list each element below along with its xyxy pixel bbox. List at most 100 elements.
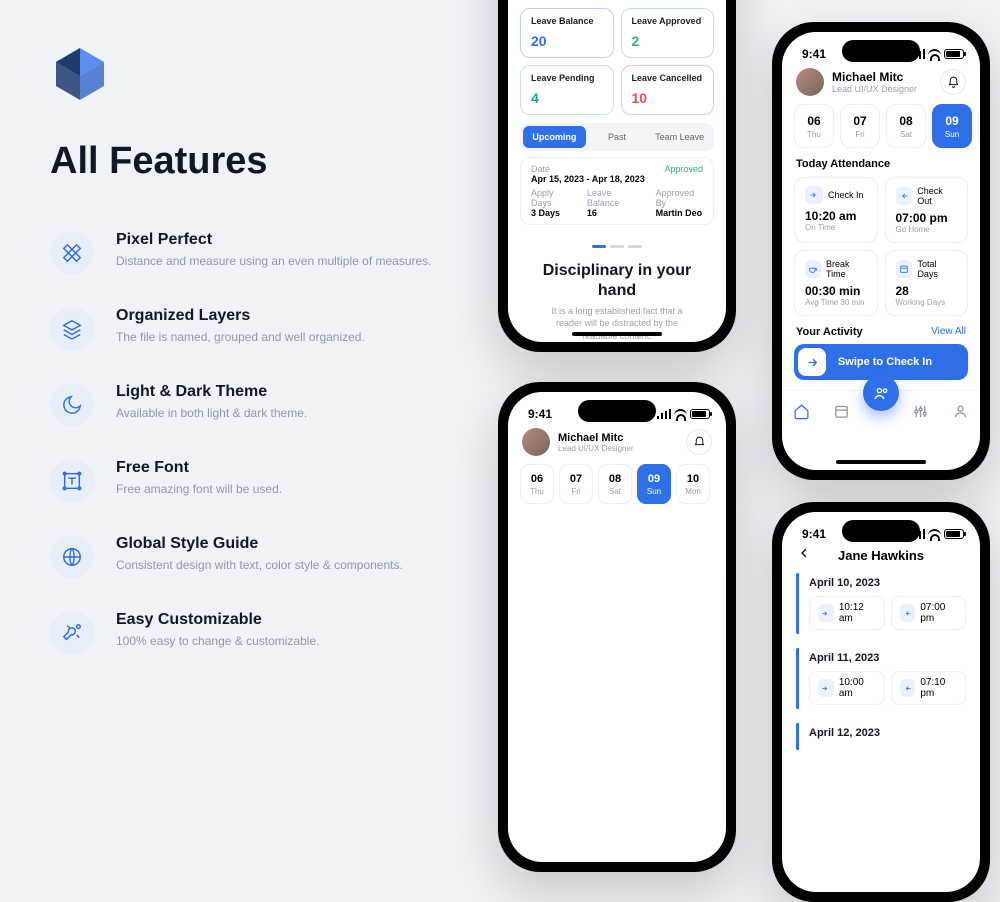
user-name: Michael Mitc [832, 70, 917, 84]
avatar[interactable] [796, 68, 824, 96]
leave-detail-card[interactable]: Date Apr 15, 2023 - Apr 18, 2023 Approve… [520, 157, 714, 225]
tab-past[interactable]: Past [586, 126, 649, 148]
feature-desc: 100% easy to change & customizable. [116, 633, 319, 650]
user-icon [952, 403, 969, 420]
day-chip[interactable]: 08Sat [886, 104, 926, 148]
feature-title: Free Font [116, 459, 282, 477]
card-value: 2 [632, 33, 704, 49]
feature-desc: Free amazing font will be used. [116, 481, 282, 498]
users-icon [873, 385, 890, 402]
history-entry[interactable]: April 11, 202310:00 am07:10 pm [796, 648, 966, 709]
today-attendance-label: Today Attendance [782, 158, 980, 170]
phone-mockup-history: 9:41 Jane Hawkins April 10, 202310:12 am… [772, 502, 990, 902]
calendar-icon [833, 403, 850, 420]
nav-home[interactable] [793, 403, 810, 425]
bottom-tabbar [782, 390, 980, 436]
feature-item: Light & Dark Theme Available in both ligh… [50, 383, 470, 427]
view-all-link[interactable]: View All [931, 326, 966, 338]
phone-mockup-leave: Leave Balance 20 Leave Approved 2 Leave … [498, 0, 736, 352]
status-badge: Approved [664, 164, 703, 174]
avatar[interactable] [522, 428, 550, 456]
screen-title: Jane Hawkins [838, 548, 924, 563]
leave-balance-card[interactable]: Leave Balance 20 [520, 8, 614, 58]
chevron-left-icon [796, 545, 812, 561]
login-icon [818, 679, 834, 697]
card-label: Leave Approved [632, 17, 704, 27]
history-entry[interactable]: April 12, 2023 [796, 723, 966, 750]
logout-icon [900, 679, 916, 697]
day-chip[interactable]: 10Mon [676, 464, 710, 504]
login-icon [818, 604, 834, 622]
day-chip[interactable]: N [978, 104, 980, 148]
day-chip[interactable]: 08Sat [598, 464, 632, 504]
onboarding-title: Disciplinary in your hand [508, 261, 726, 301]
history-entry[interactable]: April 10, 202310:12 am07:00 pm [796, 573, 966, 634]
status-icons [657, 409, 710, 419]
home-indicator [836, 460, 926, 464]
detail-date-label: Date [531, 164, 645, 174]
activity-label: Your Activity [796, 326, 863, 338]
leave-tabs: Upcoming Past Team Leave [520, 123, 714, 151]
break-card[interactable]: Break Time 00:30 min Avg Time 30 min [794, 250, 878, 316]
card-label: Leave Cancelled [632, 74, 704, 84]
bell-icon [693, 436, 706, 449]
phone-notch [842, 40, 920, 62]
checkout-card[interactable]: Check Out 07:00 pm Go Home [885, 177, 969, 243]
checkout-pill: 07:10 pm [891, 671, 967, 705]
user-role: Lead UI/UX Designer [558, 444, 634, 453]
entry-date: April 12, 2023 [809, 727, 966, 739]
checkout-pill: 07:00 pm [891, 596, 967, 630]
day-chip[interactable]: 07Fri [559, 464, 593, 504]
card-label: Leave Balance [531, 17, 603, 27]
day-chip[interactable]: 06Thu [520, 464, 554, 504]
feature-title: Light & Dark Theme [116, 383, 307, 401]
card-value: 4 [531, 90, 603, 106]
tab-team-leave[interactable]: Team Leave [648, 126, 711, 148]
leave-cancelled-card[interactable]: Leave Cancelled 10 [621, 65, 715, 115]
feature-item: Easy Customizable 100% easy to change & c… [50, 611, 470, 655]
phone-mockup-onboarding-attendance: 9:41 Michael Mitc Lead UI/UX Designer 06… [498, 382, 736, 872]
card-label: Leave Pending [531, 74, 603, 84]
home-indicator [572, 332, 662, 336]
layers-icon [50, 307, 94, 351]
notification-button[interactable] [686, 429, 712, 455]
day-chip[interactable]: 07Fri [840, 104, 880, 148]
feature-desc: The file is named, grouped and well orga… [116, 329, 365, 346]
calendar-icon [896, 260, 913, 278]
bell-icon [947, 76, 960, 89]
feature-item: Pixel PerfectDistance and measure using … [50, 231, 470, 275]
feature-item: Global Style GuideConsistent design with… [50, 535, 470, 579]
nav-settings[interactable] [912, 403, 929, 425]
user-role: Lead UI/UX Designer [832, 84, 917, 94]
fab-button[interactable] [863, 375, 899, 411]
checkin-card[interactable]: Check In 10:20 am On Time [794, 177, 878, 243]
feature-desc: Distance and measure using an even multi… [116, 253, 432, 270]
tab-upcoming[interactable]: Upcoming [523, 126, 586, 148]
card-value: 20 [531, 33, 603, 49]
nav-profile[interactable] [952, 403, 969, 425]
status-time: 9:41 [528, 407, 552, 421]
day-chip[interactable]: 09Sun [932, 104, 972, 148]
totaldays-card[interactable]: Total Days 28 Working Days [885, 250, 969, 316]
entry-date: April 11, 2023 [809, 652, 966, 664]
page-indicator [508, 235, 726, 253]
leave-pending-card[interactable]: Leave Pending 4 [520, 65, 614, 115]
feature-desc: Available in both light & dark theme. [116, 405, 307, 422]
feature-title: Easy Customizable [116, 611, 319, 629]
page-title: All Features [50, 140, 470, 183]
feature-desc: Consistent design with text, color style… [116, 557, 403, 574]
feature-title: Organized Layers [116, 307, 365, 325]
nav-calendar[interactable] [833, 403, 850, 425]
brand-logo [50, 44, 110, 104]
ruler-cross-icon [50, 231, 94, 275]
feature-item: Organized Layers The file is named, group… [50, 307, 470, 351]
day-chip[interactable]: 09Sun [637, 464, 671, 504]
leave-approved-card[interactable]: Leave Approved 2 [621, 8, 715, 58]
back-button[interactable] [796, 545, 812, 566]
sliders-icon [912, 403, 929, 420]
notification-button[interactable] [940, 69, 966, 95]
coffee-icon [805, 260, 821, 278]
tools-cross-icon [50, 611, 94, 655]
day-chip[interactable]: 06Thu [794, 104, 834, 148]
phone-mockup-attendance: 9:41 Michael Mitc Lead UI/UX Designer 06… [772, 22, 990, 480]
